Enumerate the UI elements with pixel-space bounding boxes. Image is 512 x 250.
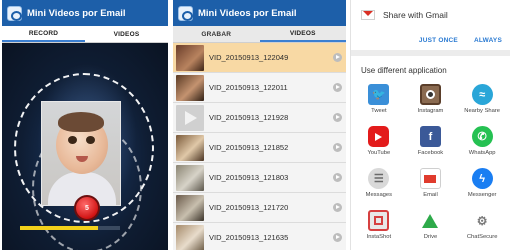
video-row[interactable]: VID_20150913_121635: [173, 223, 346, 250]
tab-videos[interactable]: VIDEOS: [85, 26, 168, 42]
share-target-instagram[interactable]: Instagram: [405, 84, 457, 124]
share-target-tweet[interactable]: 🐦 Tweet: [353, 84, 405, 124]
video-row[interactable]: VID_20150913_122011: [173, 73, 346, 103]
share-target-whatsapp[interactable]: ✆ WhatsApp: [456, 126, 508, 166]
record-screen: Mini Videos por Email RECORD VIDEOS 5: [2, 0, 168, 250]
video-name: VID_20150913_121803: [209, 173, 289, 182]
play-icon[interactable]: [333, 143, 342, 152]
tab-bar: GRABAR VIDEOS: [173, 26, 346, 43]
messages-icon: ☰: [368, 168, 390, 189]
gmail-icon: [361, 10, 375, 20]
videos-screen: Mini Videos por Email GRABAR VIDEOS VID_…: [173, 0, 346, 250]
app-label: Email: [423, 192, 438, 198]
countdown-label: 5: [85, 204, 89, 212]
share-target-email[interactable]: Email: [405, 168, 457, 208]
app-label: Drive: [423, 234, 438, 240]
share-sheet: Share with Gmail JUST ONCE ALWAYS Use di…: [350, 0, 510, 250]
video-row[interactable]: VID_20150913_121720: [173, 193, 346, 223]
tab-bar: RECORD VIDEOS: [2, 26, 168, 43]
video-name: VID_20150913_121635: [209, 233, 289, 242]
messenger-icon: ϟ: [471, 168, 493, 189]
nearby-share-icon: ≈: [471, 84, 493, 105]
record-button[interactable]: 5: [74, 195, 100, 221]
share-target-chatsecure[interactable]: ⚙ ChatSecure: [456, 210, 508, 250]
always-button[interactable]: ALWAYS: [474, 37, 502, 44]
video-list: VID_20150913_122049 VID_20150913_122011 …: [173, 43, 346, 250]
app-label: YouTube: [367, 150, 391, 156]
video-row[interactable]: VID_20150913_121803: [173, 163, 346, 193]
video-thumbnail: [176, 74, 204, 101]
facebook-icon: f: [419, 126, 441, 147]
instashot-icon: [368, 210, 390, 231]
app-label: Instagram: [417, 108, 444, 114]
app-title: Mini Videos por Email: [198, 7, 297, 19]
whatsapp-icon: ✆: [471, 126, 493, 147]
app-label: ChatSecure: [466, 234, 498, 240]
video-name: VID_20150913_121852: [209, 143, 289, 152]
video-name: VID_20150913_121720: [209, 203, 289, 212]
play-icon[interactable]: [333, 233, 342, 242]
app-camera-icon: [7, 5, 22, 21]
progress-fill: [20, 226, 98, 230]
share-actions: JUST ONCE ALWAYS: [351, 30, 510, 50]
drive-icon: [419, 210, 441, 231]
video-name: VID_20150913_122011: [209, 83, 288, 92]
app-label: InstaShot: [366, 234, 392, 240]
baby-photo: [41, 101, 121, 206]
youtube-icon: [368, 126, 390, 147]
video-thumbnail: [176, 194, 204, 221]
video-row[interactable]: VID_20150913_121928: [173, 103, 346, 133]
email-icon: [419, 168, 441, 189]
video-thumbnail: [176, 44, 204, 71]
camera-preview: 5: [2, 43, 168, 250]
video-thumbnail: [176, 164, 204, 191]
screenshot-collage: Mini Videos por Email RECORD VIDEOS 5 Mi…: [0, 0, 512, 250]
tab-grabar[interactable]: GRABAR: [173, 26, 260, 42]
video-row[interactable]: VID_20150913_122049: [173, 43, 346, 73]
share-target-drive[interactable]: Drive: [405, 210, 457, 250]
app-label: Facebook: [417, 150, 444, 156]
tab-record[interactable]: RECORD: [2, 26, 85, 42]
recording-progress: [20, 226, 120, 230]
share-header: Share with Gmail: [351, 0, 510, 30]
share-target-youtube[interactable]: YouTube: [353, 126, 405, 166]
share-target-facebook[interactable]: f Facebook: [405, 126, 457, 166]
play-icon[interactable]: [333, 173, 342, 182]
tab-videos[interactable]: VIDEOS: [259, 26, 346, 42]
share-title: Share with Gmail: [383, 10, 448, 20]
twitter-icon: 🐦: [368, 84, 390, 105]
app-grid: 🐦 Tweet Instagram ≈ Nearby Share YouTube…: [351, 84, 510, 250]
video-thumbnail: [176, 104, 204, 131]
app-title: Mini Videos por Email: [27, 7, 126, 19]
play-icon[interactable]: [333, 53, 342, 62]
just-once-button[interactable]: JUST ONCE: [419, 37, 458, 44]
app-label: Messenger: [467, 192, 497, 198]
app-bar: Mini Videos por Email: [2, 0, 168, 26]
video-name: VID_20150913_121928: [209, 113, 289, 122]
share-target-messages[interactable]: ☰ Messages: [353, 168, 405, 208]
play-icon[interactable]: [333, 113, 342, 122]
app-label: Nearby Share: [464, 108, 501, 114]
share-target-messenger[interactable]: ϟ Messenger: [456, 168, 508, 208]
instagram-icon: [419, 84, 441, 105]
video-name: VID_20150913_122049: [209, 53, 289, 62]
app-label: Tweet: [371, 108, 387, 114]
app-label: Messages: [365, 192, 393, 198]
app-bar: Mini Videos por Email: [173, 0, 346, 26]
video-row[interactable]: VID_20150913_121852: [173, 133, 346, 163]
share-target-instashot[interactable]: InstaShot: [353, 210, 405, 250]
video-thumbnail: [176, 134, 204, 161]
share-target-nearby-share[interactable]: ≈ Nearby Share: [456, 84, 508, 124]
app-camera-icon: [178, 5, 193, 21]
play-icon[interactable]: [333, 203, 342, 212]
different-app-heading: Use different application: [361, 66, 447, 75]
app-label: WhatsApp: [468, 150, 496, 156]
play-placeholder-icon: [185, 110, 197, 125]
video-thumbnail: [176, 224, 204, 250]
chatsecure-icon: ⚙: [471, 210, 493, 231]
play-icon[interactable]: [333, 83, 342, 92]
